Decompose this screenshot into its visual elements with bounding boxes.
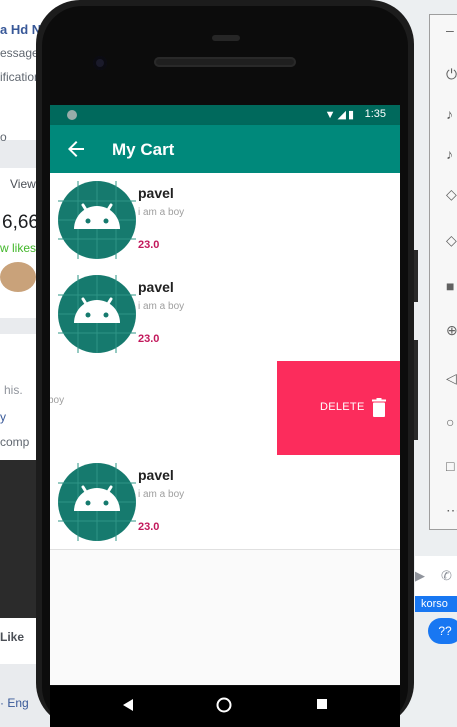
- item-description: i am a boy: [138, 207, 185, 218]
- volume-up-icon[interactable]: ♪: [446, 107, 457, 121]
- fb-fragment-text-2: his.: [4, 383, 23, 397]
- phone-screen: ▼◢▮ 1:35 My Cart pavel i am a boy 23.0 p…: [50, 105, 400, 685]
- fb-page-name[interactable]: a Hd N: [0, 22, 41, 37]
- emulator-controls-panel: – ⏻ ♪ ♪ ◇ ◇ ■ ⊕ ◁ ○ □ ⋯: [429, 14, 457, 530]
- home-icon[interactable]: ○: [446, 415, 457, 429]
- cart-item[interactable]: pavel i am a boy 23.0: [50, 267, 400, 362]
- nav-back-icon[interactable]: [122, 698, 134, 712]
- fb-view-button[interactable]: View: [10, 177, 36, 191]
- status-time: 1:35: [364, 108, 386, 120]
- page-title: My Cart: [112, 140, 175, 159]
- app-bar: My Cart: [50, 125, 400, 173]
- notification-dot-icon: [67, 110, 77, 120]
- wifi-signal-battery-icons: ▼◢▮: [324, 109, 356, 121]
- delete-label: DELETE: [320, 401, 365, 413]
- cart-item[interactable]: pavel i am a boy 23.0: [50, 173, 400, 268]
- fb-like-count: 6,66: [2, 212, 39, 233]
- item-price: 23.0: [138, 521, 160, 533]
- fb-friend-avatars: [0, 262, 36, 292]
- android-avatar-icon: [58, 181, 136, 259]
- android-navigation-bar: [50, 686, 400, 727]
- fb-fragment-link[interactable]: y: [0, 410, 6, 424]
- swiped-cart-item[interactable]: boy DELETE: [50, 361, 400, 456]
- cart-item[interactable]: pavel i am a boy 23.0: [50, 455, 400, 550]
- fb-notifications-link[interactable]: ification: [0, 70, 41, 84]
- phone-speaker: [154, 57, 296, 67]
- item-price: 23.0: [138, 239, 160, 251]
- item-name: pavel: [138, 185, 174, 201]
- phone-call-icon[interactable]: ✆: [441, 568, 452, 584]
- fb-chat-header: ▶ ✆: [415, 556, 457, 596]
- swiped-item-text: boy: [50, 395, 65, 406]
- fb-post-photo: [0, 460, 36, 618]
- phone-top-slot: [212, 35, 240, 41]
- rotate-right-icon[interactable]: ◇: [446, 233, 457, 247]
- fb-chat-bubble: ??: [428, 618, 457, 644]
- fb-message-link[interactable]: essage: [0, 46, 39, 60]
- phone-power-button: [414, 340, 418, 440]
- camera-icon[interactable]: ■: [446, 279, 457, 293]
- power-icon[interactable]: ⏻: [446, 67, 457, 81]
- trash-icon: [372, 398, 386, 417]
- fb-language-link[interactable]: · Eng: [0, 696, 29, 710]
- item-description: i am a boy: [138, 301, 185, 312]
- phone-volume-button: [414, 250, 418, 302]
- minimize-icon[interactable]: –: [446, 23, 457, 37]
- rotate-left-icon[interactable]: ◇: [446, 187, 457, 201]
- nav-overview-icon[interactable]: [316, 698, 328, 710]
- fb-like-button[interactable]: Like: [0, 630, 24, 644]
- android-avatar-icon: [58, 463, 136, 541]
- item-description: i am a boy: [138, 489, 185, 500]
- front-camera: [93, 56, 107, 70]
- video-call-icon[interactable]: ▶: [415, 568, 425, 584]
- back-arrow-icon[interactable]: [64, 137, 88, 161]
- fb-chat-label[interactable]: korso: [415, 596, 457, 612]
- delete-action[interactable]: DELETE: [277, 361, 400, 455]
- overview-icon[interactable]: □: [446, 459, 457, 473]
- back-icon[interactable]: ◁: [446, 371, 457, 385]
- android-avatar-icon: [58, 275, 136, 353]
- fb-fragment-text: o: [0, 130, 7, 144]
- status-bar: ▼◢▮ 1:35: [50, 105, 400, 125]
- fb-fragment-text-3: comp: [0, 435, 30, 449]
- nav-home-icon[interactable]: [216, 697, 232, 713]
- zoom-icon[interactable]: ⊕: [446, 323, 457, 337]
- item-name: pavel: [138, 467, 174, 483]
- fb-likes-label: w likes: [0, 241, 37, 255]
- volume-down-icon[interactable]: ♪: [446, 147, 457, 161]
- item-name: pavel: [138, 279, 174, 295]
- item-price: 23.0: [138, 333, 160, 345]
- more-icon[interactable]: ⋯: [446, 503, 457, 517]
